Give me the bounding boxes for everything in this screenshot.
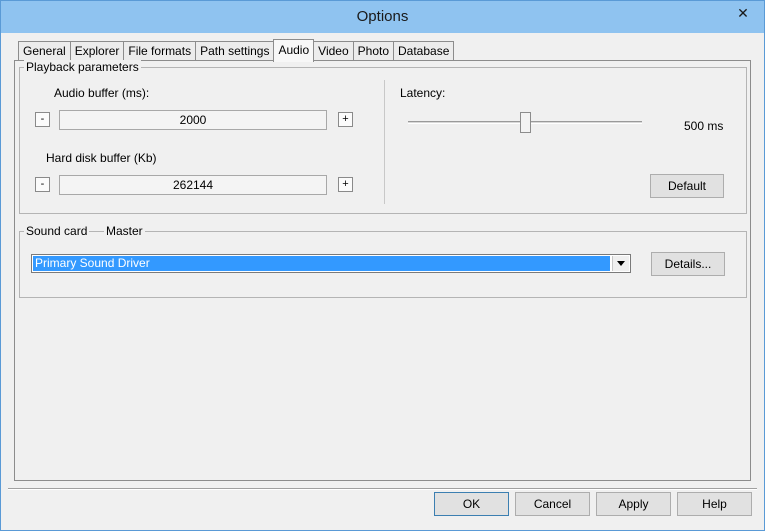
disk-buffer-value[interactable]: 262144 bbox=[59, 175, 327, 195]
sound-card-group-label: Sound card bbox=[24, 224, 90, 238]
details-button[interactable]: Details... bbox=[651, 252, 725, 276]
tab-path-settings[interactable]: Path settings bbox=[195, 41, 275, 61]
options-window: Options ✕ General Explorer File formats … bbox=[0, 0, 765, 531]
window-title: Options bbox=[356, 8, 409, 25]
tab-file-formats[interactable]: File formats bbox=[123, 41, 197, 61]
audio-buffer-value[interactable]: 2000 bbox=[59, 110, 327, 130]
tab-video[interactable]: Video bbox=[313, 41, 354, 61]
audio-buffer-increment-button[interactable]: + bbox=[338, 112, 353, 127]
audio-buffer-decrement-button[interactable]: - bbox=[35, 112, 50, 127]
tab-audio[interactable]: Audio bbox=[273, 39, 315, 62]
tab-explorer[interactable]: Explorer bbox=[69, 41, 125, 61]
playback-parameters-group: Playback parameters Audio buffer (ms): -… bbox=[19, 60, 747, 214]
sound-card-group: Sound card Master Primary Sound Driver D… bbox=[19, 224, 747, 298]
cancel-button[interactable]: Cancel bbox=[515, 492, 590, 516]
group-divider bbox=[384, 80, 385, 204]
disk-buffer-increment-button[interactable]: + bbox=[338, 177, 353, 192]
tab-general[interactable]: General bbox=[18, 41, 71, 61]
footer-separator bbox=[8, 488, 757, 490]
disk-buffer-decrement-button[interactable]: - bbox=[35, 177, 50, 192]
tab-photo[interactable]: Photo bbox=[352, 41, 394, 61]
latency-value: 500 ms bbox=[684, 119, 724, 133]
title-bar[interactable]: Options ✕ bbox=[1, 1, 764, 33]
close-icon[interactable]: ✕ bbox=[728, 2, 758, 24]
playback-group-label: Playback parameters bbox=[24, 60, 141, 74]
master-label: Master bbox=[104, 224, 145, 238]
sound-driver-selected-value: Primary Sound Driver bbox=[33, 256, 610, 271]
ok-button[interactable]: OK bbox=[434, 492, 509, 516]
tab-database[interactable]: Database bbox=[393, 41, 455, 61]
sound-driver-select[interactable]: Primary Sound Driver bbox=[31, 254, 631, 273]
apply-button[interactable]: Apply bbox=[596, 492, 671, 516]
dialog-client: General Explorer File formats Path setti… bbox=[8, 33, 757, 524]
tab-strip: General Explorer File formats Path setti… bbox=[18, 39, 455, 62]
chevron-down-icon[interactable] bbox=[612, 256, 629, 271]
audio-tab-panel: Playback parameters Audio buffer (ms): -… bbox=[14, 60, 751, 481]
disk-buffer-label: Hard disk buffer (Kb) bbox=[46, 151, 157, 165]
help-button[interactable]: Help bbox=[677, 492, 752, 516]
latency-label: Latency: bbox=[400, 86, 446, 100]
audio-buffer-label: Audio buffer (ms): bbox=[54, 86, 150, 100]
default-button[interactable]: Default bbox=[650, 174, 724, 198]
latency-slider-thumb[interactable] bbox=[519, 112, 531, 133]
